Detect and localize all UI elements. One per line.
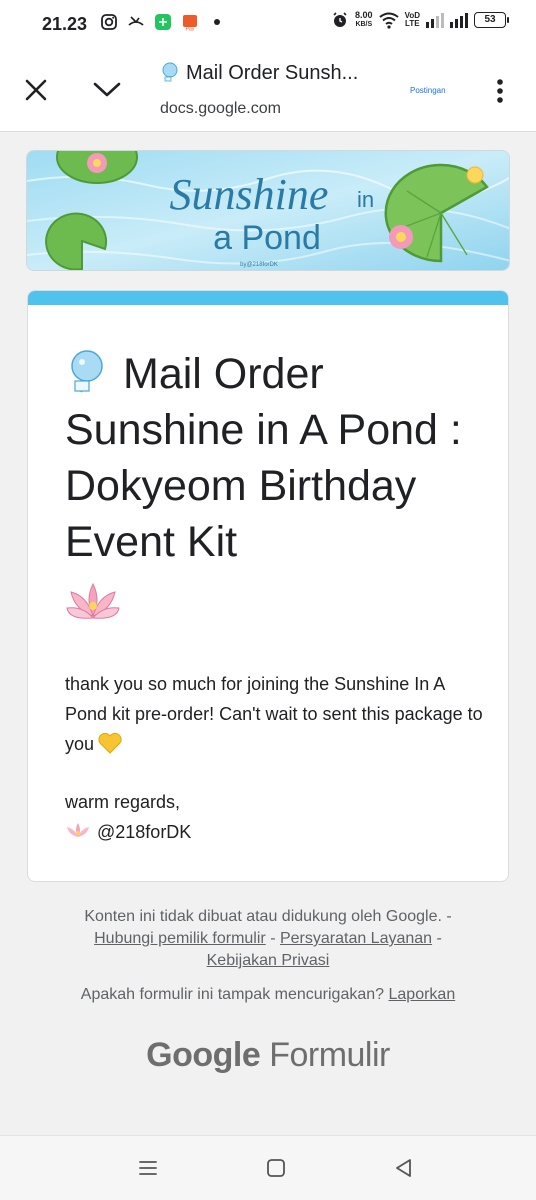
signature-line: @218forDK — [65, 817, 485, 847]
lotus-icon — [66, 582, 120, 619]
payment-app-icon: Pay — [183, 15, 197, 32]
chevron-down-icon[interactable] — [92, 78, 122, 100]
form-signoff: warm regards, @218forDK — [65, 787, 485, 847]
post-label[interactable]: Postingan — [410, 86, 446, 95]
form-card: Mail Order Sunshine in A Pond : Dokyeom … — [27, 290, 509, 882]
contact-owner-link[interactable]: Hubungi pemilik formulir — [94, 930, 266, 947]
status-bar: 21.23 Pay 8.00 KB/S VoD LTE 53 — [0, 0, 536, 46]
signal-sim2-icon — [450, 12, 468, 28]
lotus-icon — [67, 823, 89, 837]
banner-credit: by@218forDK — [240, 262, 278, 268]
close-icon[interactable] — [22, 76, 50, 104]
browser-tab-bar: Mail Order Sunsh... docs.google.com Post… — [0, 46, 536, 132]
banner-title-in: in — [357, 187, 374, 212]
more-options-icon[interactable] — [490, 76, 510, 106]
page-title: Mail Order Sunsh... — [160, 62, 400, 85]
wind-chime-icon — [162, 62, 178, 82]
status-time: 21.23 — [42, 14, 88, 34]
battery-indicator: 53 — [474, 12, 509, 28]
terms-link[interactable]: Persyaratan Layanan — [280, 930, 432, 947]
privacy-link[interactable]: Kebijakan Privasi — [207, 952, 330, 969]
system-indicators: 8.00 KB/S VoD LTE 53 — [331, 10, 509, 29]
volte-indicator: VoD LTE — [404, 11, 420, 28]
svg-text:Pay: Pay — [186, 27, 195, 32]
form-description: thank you so much for joining the Sunshi… — [65, 674, 483, 754]
yellow-heart-icon — [98, 732, 122, 754]
google-forms-logo[interactable]: Google Formulir — [0, 1036, 536, 1075]
instagram-icon — [101, 14, 117, 30]
wifi-icon — [378, 12, 399, 29]
page-url[interactable]: docs.google.com — [160, 100, 281, 118]
disclaimer: Konten ini tidak dibuat atau didukung ol… — [84, 908, 452, 969]
signal-sim1-icon — [426, 12, 444, 28]
banner-title-line2: a Pond — [213, 219, 321, 257]
report-line: Apakah formulir ini tampak mencurigakan?… — [80, 986, 456, 1003]
alarm-icon — [333, 12, 347, 27]
card-accent-bar — [28, 291, 508, 305]
form-header-banner: Sunshine in a Pond by@218forDK — [26, 150, 510, 271]
report-link[interactable]: Laporkan — [389, 986, 456, 1003]
more-notifications-dot — [214, 19, 220, 25]
notification-icons: Pay — [100, 13, 220, 31]
network-speed: 8.00 KB/S — [355, 10, 373, 29]
wind-chime-icon — [71, 350, 103, 393]
system-navigation-bar — [0, 1135, 536, 1200]
home-icon[interactable] — [264, 1156, 288, 1180]
form-title: Mail Order Sunshine in A Pond : Dokyeom … — [65, 346, 485, 626]
missed-call-icon — [128, 16, 144, 26]
back-icon[interactable] — [392, 1156, 416, 1180]
recent-apps-icon[interactable] — [136, 1156, 160, 1180]
banner-title-line1: Sunshine — [170, 170, 329, 219]
calculator-app-icon — [155, 14, 171, 30]
